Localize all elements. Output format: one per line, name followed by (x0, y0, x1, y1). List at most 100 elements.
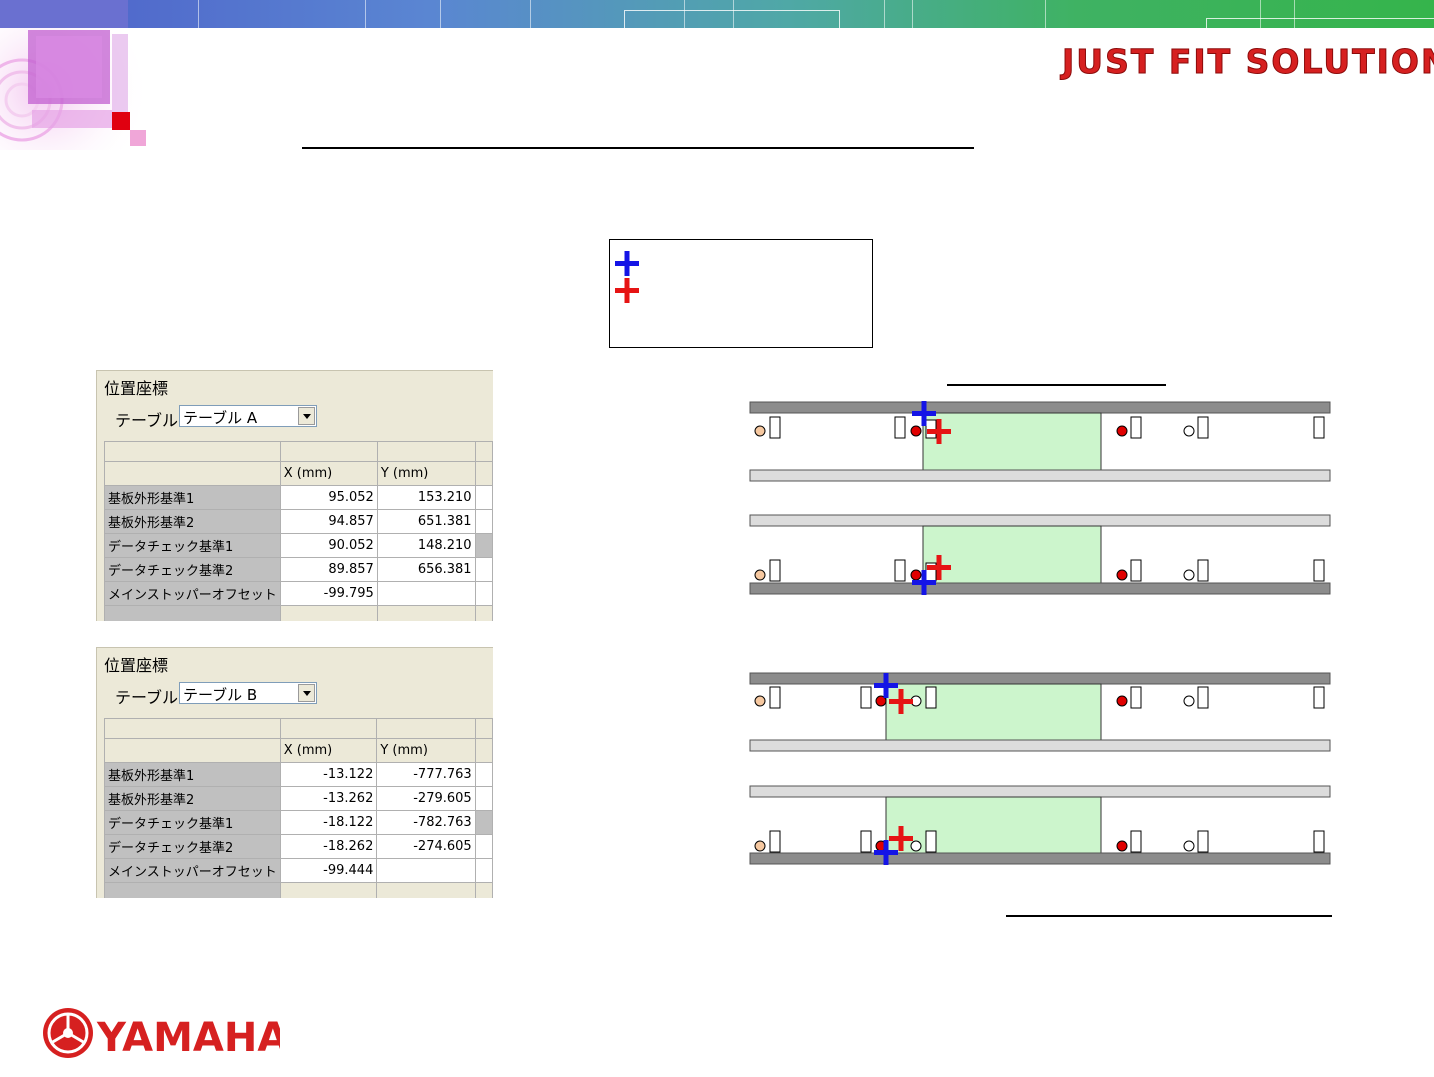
table-row[interactable]: メインストッパーオフセット -99.444 (104, 858, 493, 883)
table-row[interactable]: メインストッパーオフセット -99.795 (104, 581, 493, 606)
y-cell[interactable]: -782.763 (376, 810, 476, 835)
sensor-white (1183, 425, 1195, 437)
stopper-pin (894, 559, 906, 582)
corner-decoration (0, 0, 150, 150)
rail-light (749, 785, 1331, 798)
row-label: データチェック基準2 (104, 834, 281, 859)
stopper-pin (1197, 830, 1209, 853)
x-cell[interactable]: 94.857 (279, 509, 378, 534)
stopper-pin (925, 686, 937, 709)
x-cell[interactable]: 95.052 (279, 485, 378, 510)
chevron-down-icon[interactable] (298, 407, 315, 425)
row-label: データチェック基準2 (104, 557, 281, 582)
table-select-value: テーブル A (183, 409, 258, 427)
table-row[interactable]: データチェック基準1 90.052 148.210 (104, 533, 493, 558)
y-cell[interactable] (376, 858, 476, 883)
lane-b-top (749, 672, 1331, 752)
panel-title: 位置座標 (104, 379, 169, 398)
rail-dark (749, 582, 1331, 595)
x-cell[interactable]: -99.444 (279, 858, 378, 883)
sensor-red (1116, 840, 1128, 852)
table-select[interactable]: テーブル B (179, 682, 317, 704)
table-row[interactable]: データチェック基準2 -18.262 -274.605 (104, 834, 493, 859)
row-label: データチェック基準1 (104, 533, 281, 558)
y-cell[interactable]: -274.605 (376, 834, 476, 859)
x-cell[interactable]: 89.857 (279, 557, 378, 582)
rail-dark (749, 852, 1331, 865)
row-label: 基板外形基準2 (104, 509, 281, 534)
table-row[interactable]: 基板外形基準1 95.052 153.210 (104, 485, 493, 510)
col-header-x: X (mm) (279, 738, 378, 763)
table-row[interactable]: 基板外形基準2 94.857 651.381 (104, 509, 493, 534)
x-cell[interactable]: -99.795 (279, 581, 378, 606)
rail-light (749, 739, 1331, 752)
sensor-orange (754, 840, 766, 852)
rail-light (749, 469, 1331, 482)
sensor-red (1116, 425, 1128, 437)
rail-dark (749, 672, 1331, 685)
y-cell[interactable]: 656.381 (376, 557, 476, 582)
sensor-red (1116, 569, 1128, 581)
caption-rule (1006, 915, 1332, 917)
sensor-red (910, 425, 922, 437)
table-row[interactable]: 基板外形基準2 -13.262 -279.605 (104, 786, 493, 811)
row-label: データチェック基準1 (104, 810, 281, 835)
red-cross-icon (615, 278, 639, 303)
row-label: 基板外形基準1 (104, 485, 281, 510)
row-label: 基板外形基準2 (104, 786, 281, 811)
lane-a-bottom (749, 514, 1331, 595)
x-cell[interactable]: -18.122 (279, 810, 378, 835)
table-select[interactable]: テーブル A (179, 405, 317, 427)
x-cell[interactable]: 90.052 (279, 533, 378, 558)
title-underline (302, 147, 974, 149)
sensor-white (1183, 695, 1195, 707)
pcb-board (922, 412, 1102, 471)
table-row[interactable]: データチェック基準1 -18.122 -782.763 (104, 810, 493, 835)
coord-panel-b: 位置座標 テーブル テーブル B X (mm) Y (mm) 基板外形基準1 -… (96, 647, 493, 898)
y-cell[interactable]: 148.210 (376, 533, 476, 558)
y-cell[interactable]: -279.605 (376, 786, 476, 811)
x-cell[interactable]: -18.262 (279, 834, 378, 859)
stopper-pin (860, 830, 872, 853)
stopper-pin (1130, 559, 1142, 582)
row-label: メインストッパーオフセット (104, 581, 281, 606)
chevron-down-icon[interactable] (298, 684, 315, 702)
stopper-pin (769, 686, 781, 709)
stopper-pin (1313, 686, 1325, 709)
row-label: メインストッパーオフセット (104, 858, 281, 883)
yamaha-wordmark: YAMAHA (96, 1015, 280, 1061)
y-cell[interactable] (376, 581, 476, 606)
y-cell[interactable]: 651.381 (376, 509, 476, 534)
y-cell[interactable]: 153.210 (376, 485, 476, 510)
brand-slogan: JUST FIT SOLUTION (1062, 42, 1434, 81)
stopper-pin (1130, 686, 1142, 709)
stopper-pin (769, 830, 781, 853)
conveyor-diagram (749, 384, 1332, 917)
sensor-orange (754, 695, 766, 707)
stopper-pin (925, 830, 937, 853)
sensor-red (1116, 695, 1128, 707)
sensor-orange (754, 569, 766, 581)
sensor-white (1183, 569, 1195, 581)
pcb-board (922, 525, 1102, 584)
table-row[interactable]: 基板外形基準1 -13.122 -777.763 (104, 762, 493, 787)
stopper-pin (1197, 416, 1209, 439)
tuning-fork-emblem-icon (43, 1008, 93, 1058)
stopper-pin (1197, 559, 1209, 582)
y-cell[interactable]: -777.763 (376, 762, 476, 787)
col-header-x: X (mm) (279, 461, 378, 486)
stopper-pin (1130, 416, 1142, 439)
x-cell[interactable]: -13.262 (279, 786, 378, 811)
header-band (0, 0, 1434, 29)
x-cell[interactable]: -13.122 (279, 762, 378, 787)
coord-table: X (mm) Y (mm) 基板外形基準1 95.052 153.210 基板外… (104, 441, 493, 621)
sensor-red (910, 569, 922, 581)
lane-a-top (749, 401, 1331, 482)
col-header-y: Y (mm) (376, 738, 476, 763)
table-row[interactable]: データチェック基準2 89.857 656.381 (104, 557, 493, 582)
stopper-pin (1313, 830, 1325, 853)
rail-dark (749, 401, 1331, 414)
table-label: テーブル (115, 688, 179, 707)
stopper-pin (894, 416, 906, 439)
col-header-y: Y (mm) (376, 461, 476, 486)
